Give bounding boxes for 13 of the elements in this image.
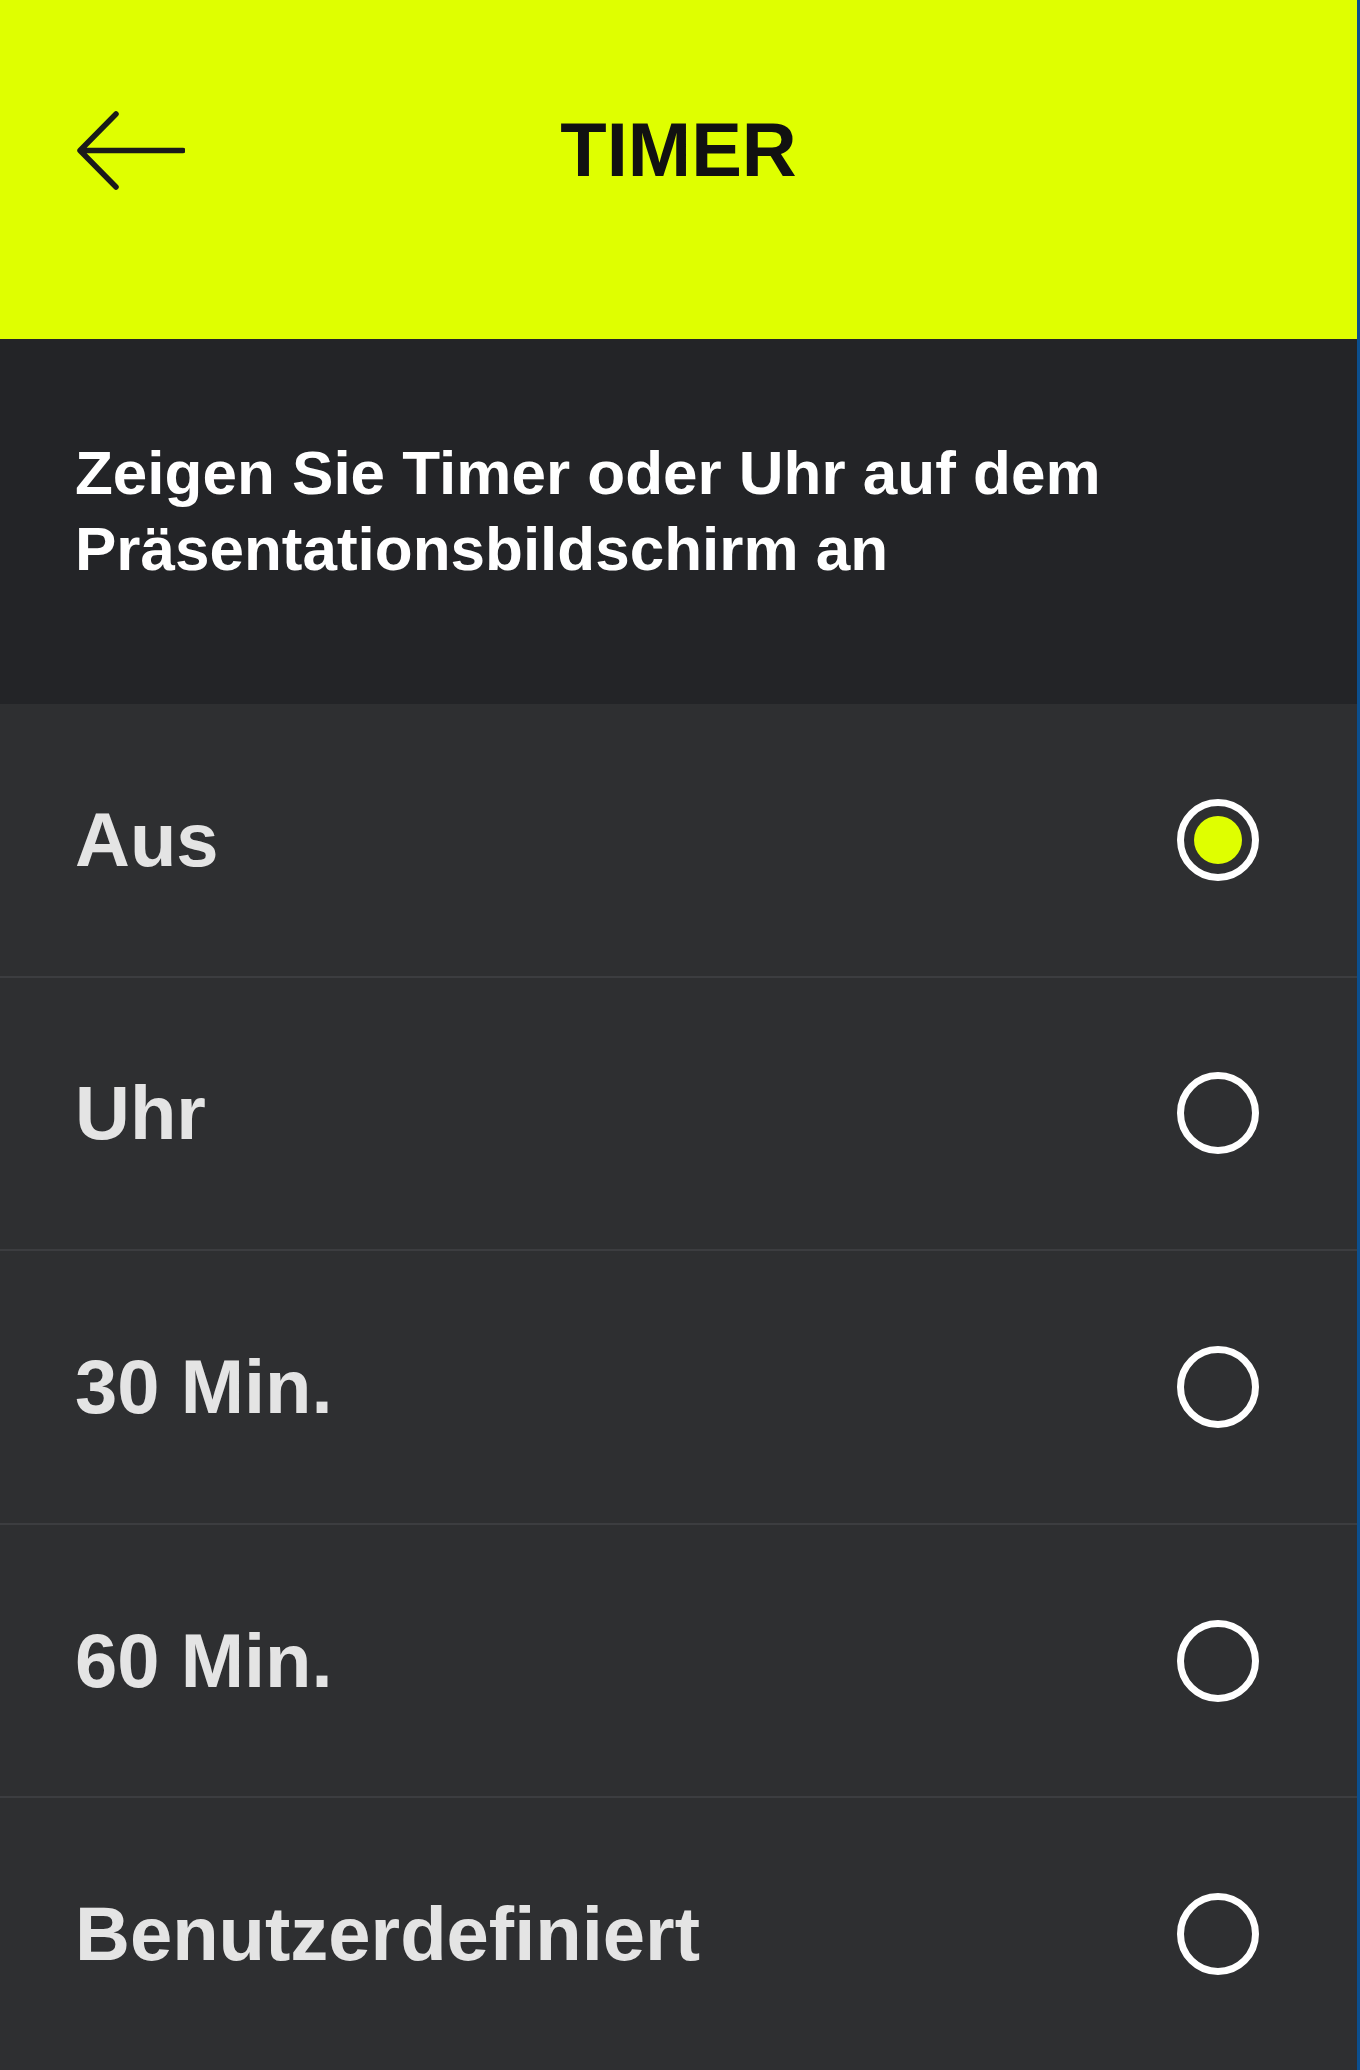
radio-button[interactable] [1177,1619,1259,1702]
description-text: Zeigen Sie Timer oder Uhr auf dem Präsentationsbildschirm an [75,437,1102,585]
option-label: 60 Min. [75,1622,333,1699]
option-label: 30 Min. [75,1349,333,1425]
radio-button[interactable] [1177,798,1259,881]
radio-button[interactable] [1177,1346,1259,1428]
option-label: Benutzerdefiniert [75,1896,700,1973]
option-label: Uhr [75,1075,206,1152]
radio-button[interactable] [1177,1072,1259,1155]
back-arrow-icon[interactable] [75,111,185,190]
page-title: TIMER [560,112,797,188]
option-label: Aus [75,801,219,878]
radio-button[interactable] [1177,1893,1259,1976]
